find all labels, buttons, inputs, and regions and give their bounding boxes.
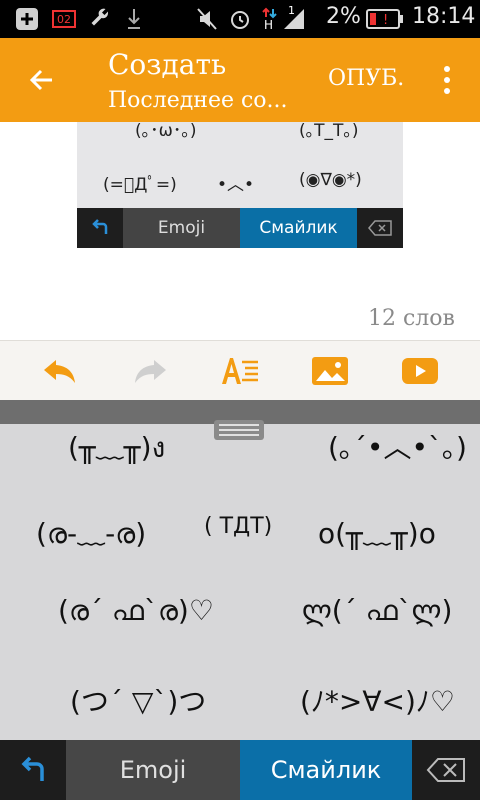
text-format-button[interactable]: [220, 353, 260, 389]
kaomoji-key[interactable]: (ര´ ഫ`ര)♡: [58, 594, 214, 628]
kaomoji-key[interactable]: (｡´•︿•`｡): [328, 426, 467, 466]
kaomoji-keyboard: (╥﹏╥)ง (｡´•︿•`｡) (ര-﹏-ര) ( TДT) o(╥﹏╥)o …: [0, 424, 480, 740]
wrench-icon: [88, 6, 112, 32]
app-bar: Создать Последнее со... ОПУБ.: [0, 38, 480, 122]
post-image[interactable]: (｡･ω･｡) (｡T_T｡) (=ﾟДﾟ=) •︿• (◉∇◉*) Emoji…: [77, 122, 403, 248]
download-icon: [126, 6, 142, 32]
kaomoji-key[interactable]: (ര-﹏-ര): [36, 512, 146, 552]
kaomoji-key[interactable]: o(╥﹏╥)o: [318, 512, 436, 552]
redo-icon: [135, 360, 166, 383]
text-format-icon: [222, 358, 258, 384]
redo-button[interactable]: [130, 353, 170, 389]
notification-badge: 02: [52, 6, 76, 32]
image-kaomoji: (◉∇◉*): [299, 170, 362, 190]
keyboard-back-button[interactable]: [0, 740, 66, 800]
insert-video-button[interactable]: [400, 353, 440, 389]
kaomoji-key[interactable]: (ﾉ*>∀<)ﾉ♡: [300, 680, 455, 720]
kaomoji-key[interactable]: (つ´ ▽`)つ: [70, 680, 206, 720]
image-kaomoji: •︿•: [217, 175, 255, 195]
tab-smiley[interactable]: Смайлик: [240, 740, 412, 800]
image-backspace-icon: [357, 208, 403, 248]
kaomoji-key[interactable]: ( TДT): [204, 514, 272, 539]
battery-percent: 2%: [326, 4, 361, 29]
backspace-icon: [426, 758, 465, 782]
image-kaomoji: (=ﾟДﾟ=): [103, 175, 177, 195]
image-keyboard-bar: Emoji Смайлик: [77, 208, 403, 248]
undo-icon: [44, 360, 75, 383]
backspace-button[interactable]: [412, 740, 480, 800]
battery-low-icon: !: [366, 6, 404, 32]
status-bar: 02 H 1 2% ! 18:14: [0, 0, 480, 38]
signal-icon: 1: [282, 4, 306, 32]
format-toolbar: [0, 340, 480, 400]
more-vert-icon[interactable]: [432, 58, 462, 102]
tab-emoji[interactable]: Emoji: [66, 740, 240, 800]
mobile-data-icon: H: [262, 6, 278, 32]
kaomoji-key[interactable]: ლ(´ ഫ`ლ): [302, 594, 452, 628]
image-back-icon: [77, 208, 123, 248]
insert-video-icon: [402, 358, 438, 384]
image-tab-emoji: Emoji: [123, 208, 240, 248]
undo-button[interactable]: [40, 353, 80, 389]
page-subtitle: Последнее со...: [108, 88, 288, 113]
kaomoji-key[interactable]: (╥﹏╥)ง: [68, 426, 165, 470]
image-kaomoji: (｡T_T｡): [299, 122, 359, 141]
clock: 18:14: [412, 4, 476, 29]
mute-icon: [196, 6, 218, 32]
page-title: Создать: [108, 48, 227, 81]
add-notification-icon: [14, 6, 40, 32]
word-count: 12 слов: [368, 306, 455, 331]
back-button[interactable]: [20, 58, 64, 102]
image-tab-smiley: Смайлик: [240, 208, 357, 248]
keyboard-bottom-bar: Emoji Смайлик: [0, 740, 480, 800]
image-kaomoji: (｡･ω･｡): [135, 122, 197, 141]
keyboard-drag-handle[interactable]: [214, 420, 264, 440]
alarm-icon: [228, 6, 252, 32]
return-arrow-icon: [21, 756, 44, 781]
publish-button[interactable]: ОПУБ.: [328, 66, 404, 91]
insert-image-icon: [312, 357, 348, 385]
insert-image-button[interactable]: [310, 353, 350, 389]
svg-text:!: !: [383, 13, 388, 28]
arrow-left-icon: [29, 69, 52, 91]
